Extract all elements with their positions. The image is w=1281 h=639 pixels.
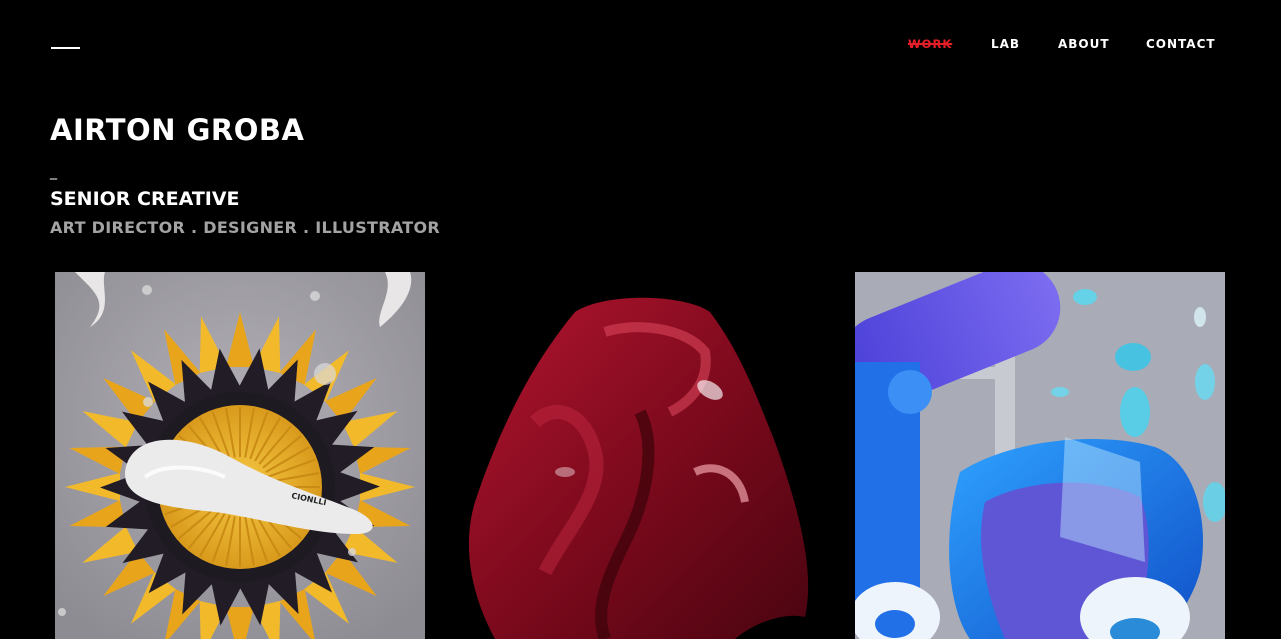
skills-subtitle: ART DIRECTOR . DESIGNER . ILLUSTRATOR — [50, 218, 441, 237]
nav-lab-link[interactable]: LAB — [991, 35, 1020, 53]
portfolio-tile-red-cloth[interactable] — [455, 272, 825, 639]
red-cloth-artwork — [455, 272, 825, 639]
portfolio-tile-sunflower[interactable]: CIONLLI — [55, 272, 425, 639]
nav-about-link[interactable]: ABOUT — [1058, 35, 1110, 53]
nav-work-link[interactable]: WORK — [908, 35, 952, 53]
menu-bar — [51, 47, 80, 49]
page-title: AIRTON GROBA — [50, 113, 305, 147]
role-heading: SENIOR CREATIVE — [50, 188, 240, 210]
blue-objects-artwork — [855, 272, 1225, 639]
page: WORK LAB ABOUT CONTACT AIRTON GROBA _ SE… — [0, 0, 1281, 639]
hamburger-menu-icon[interactable] — [50, 38, 82, 58]
nav-contact-link[interactable]: CONTACT — [1146, 35, 1216, 53]
sunflower-artwork: CIONLLI — [55, 272, 425, 639]
portfolio-tile-blue-objects[interactable] — [855, 272, 1225, 639]
title-divider: _ — [50, 164, 57, 180]
main-nav: WORK LAB ABOUT CONTACT — [880, 35, 1260, 53]
